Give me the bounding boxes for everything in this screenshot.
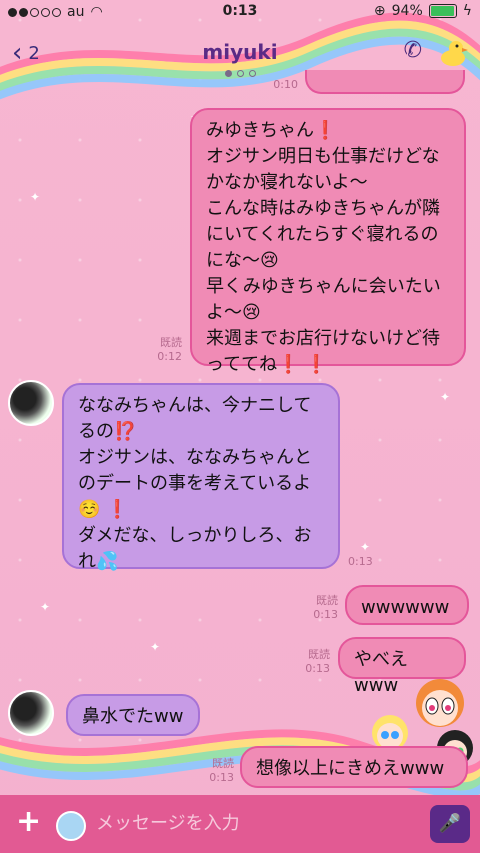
contact-avatar[interactable] <box>8 380 54 426</box>
chat-bubble-mine[interactable]: 想像以上にきめえwww <box>240 746 468 788</box>
read-receipt: 既読 <box>212 757 234 770</box>
message-input[interactable]: メッセージを入力 <box>96 809 436 839</box>
chat-bubble-theirs[interactable]: 鼻水でたww <box>66 694 200 736</box>
chat-bubble-mine[interactable]: みゆきちゃん❗ オジサン明日も仕事だけどな かなか寝れないよ〜 こんな時はみゆき… <box>190 108 466 375</box>
message-time: 0:12 <box>157 350 182 363</box>
sparkle-icon: ✦ <box>440 390 451 404</box>
rotation-lock-icon: ⊕ <box>373 3 386 19</box>
message-meta: 既読 0:13 <box>298 594 338 622</box>
sparkle-icon: ✦ <box>40 600 51 614</box>
chat-bubble-theirs[interactable]: ななみちゃんは、今ナニして るの⁉️ オジサンは、ななみちゃんと のデートの事を… <box>62 383 340 572</box>
sparkle-icon: ✦ <box>30 190 41 204</box>
message-time: 0:10 <box>273 78 298 91</box>
message-time: 0:13 <box>305 662 330 675</box>
charging-icon: ϟ <box>462 3 472 19</box>
message-meta: 既読 0:13 <box>196 757 234 785</box>
sparkle-icon: ✦ <box>150 640 161 654</box>
read-receipt: 既読 <box>316 594 338 607</box>
status-right: ⊕ 94% ϟ <box>374 3 472 19</box>
message-time: 0:13 <box>348 555 373 568</box>
message-time: 0:13 <box>209 771 234 784</box>
battery-icon <box>428 4 457 18</box>
read-receipt: 既読 <box>308 648 330 661</box>
battery-percent: 94% <box>391 3 423 19</box>
mic-icon[interactable]: 🎤 <box>430 805 470 843</box>
message-time: 0:13 <box>313 608 338 621</box>
sparkle-icon: ✦ <box>360 540 371 554</box>
status-bar: au ◠ 0:13 ⊕ 94% ϟ <box>0 0 480 24</box>
message-meta: 既読 0:13 <box>290 648 330 676</box>
chat-bubble-mine-partial[interactable] <box>305 70 465 94</box>
duck-icon[interactable] <box>438 38 468 68</box>
chat-bubble-mine[interactable]: wwwwww <box>345 585 469 625</box>
phone-icon[interactable]: ✆ <box>404 38 422 63</box>
plus-icon[interactable]: + <box>16 807 41 837</box>
message-meta: 既読 0:12 <box>146 336 182 364</box>
contact-avatar[interactable] <box>8 690 54 736</box>
message-input-bar: + メッセージを入力 🎤 <box>0 795 480 853</box>
sticker-icon[interactable] <box>56 811 86 841</box>
read-receipt: 既読 <box>160 336 182 349</box>
